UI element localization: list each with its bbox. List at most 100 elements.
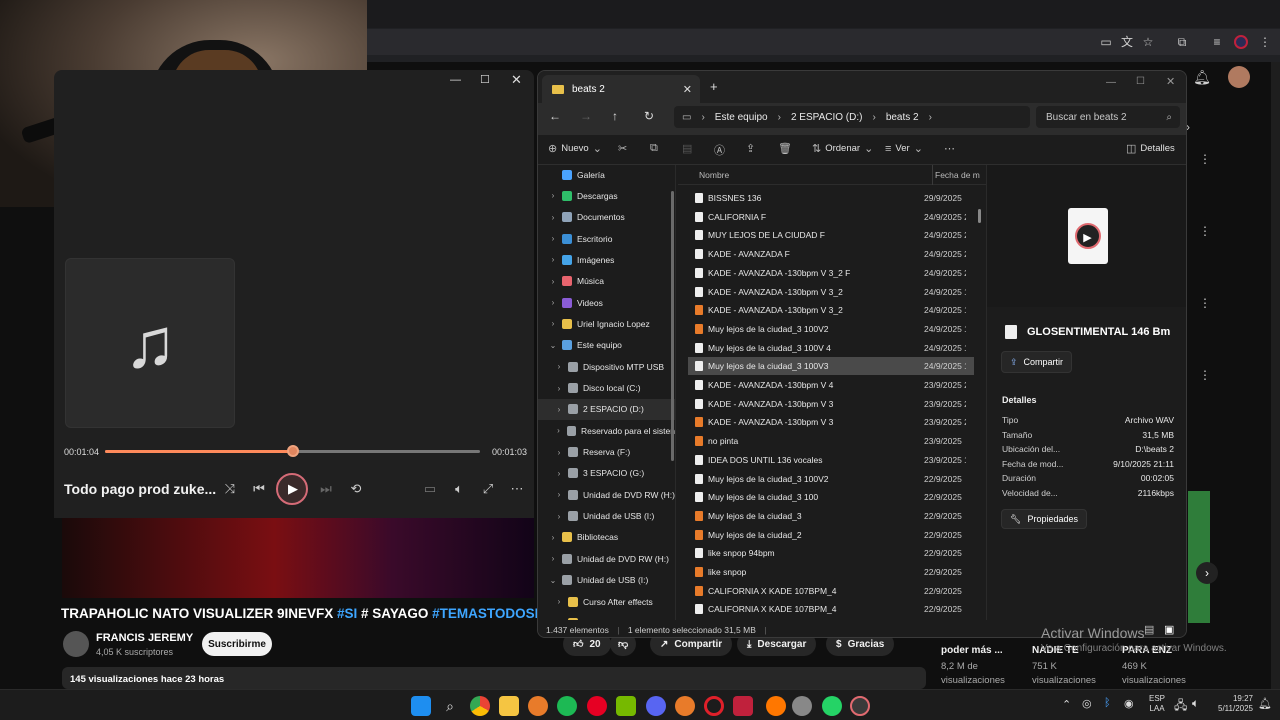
file-row[interactable]: Muy lejos de la ciudad_3 100V3 24/9/2025 …: [688, 357, 974, 376]
file-row[interactable]: KADE - AVANZADA -130bpm V 3_2 24/9/2025 1: [688, 301, 974, 319]
fullscreen-icon[interactable]: ⤢: [478, 479, 498, 499]
nav-item[interactable]: › Uriel Ignacio Lopez: [538, 313, 675, 334]
nav-item[interactable]: ›Curso Davinci Resolve -: [538, 612, 675, 620]
more-vert-icon[interactable]: ⋮: [1199, 368, 1211, 382]
share-button[interactable]: ⇪: [746, 142, 755, 155]
nav-item[interactable]: › Música: [538, 271, 675, 292]
shuffle-icon[interactable]: ⤨: [220, 479, 240, 499]
seek-handle[interactable]: [286, 445, 299, 457]
recommendation-thumbnail[interactable]: [1188, 491, 1210, 623]
nvidia-app-icon[interactable]: [616, 696, 636, 716]
column-header-name[interactable]: Nombre: [699, 170, 729, 180]
close-tab-icon[interactable]: ✕: [683, 83, 692, 96]
more-options-button[interactable]: ⋯: [944, 142, 955, 155]
subscribe-button[interactable]: Suscribirme: [202, 632, 272, 656]
file-row[interactable]: KADE - AVANZADA -130bpm V 4 23/9/2025 2: [688, 376, 974, 394]
tab-search-icon[interactable]: ≡: [1208, 33, 1226, 51]
nav-item[interactable]: ⌄ Este equipo: [538, 335, 675, 356]
volume-icon[interactable]: 🔈︎: [449, 479, 469, 499]
nav-expand-chevron-icon[interactable]: ›: [554, 469, 564, 478]
explorer-tab[interactable]: beats 2 ✕: [542, 75, 700, 103]
volume-icon[interactable]: 🔈︎: [1192, 696, 1199, 711]
nav-item[interactable]: › Descargas: [538, 185, 675, 206]
nav-expand-chevron-icon[interactable]: ›: [554, 384, 564, 393]
paste-button[interactable]: ▤: [682, 142, 692, 155]
file-row[interactable]: CALIFORNIA X KADE 107BPM_4 22/9/2025: [688, 582, 974, 600]
file-explorer-app-icon[interactable]: [499, 696, 519, 716]
nav-expand-chevron-icon[interactable]: ›: [554, 512, 564, 521]
close-button[interactable]: ✕: [511, 72, 522, 88]
more-vert-icon[interactable]: ⋮: [1199, 224, 1211, 238]
more-vert-icon[interactable]: ⋮: [1199, 152, 1211, 166]
file-row[interactable]: Muy lejos de la ciudad_3 100V2 22/9/2025: [688, 470, 974, 488]
breadcrumb-item[interactable]: Este equipo: [715, 112, 768, 123]
minimize-button[interactable]: —: [1106, 77, 1116, 88]
nav-expand-chevron-icon[interactable]: ›: [548, 277, 558, 286]
nav-expand-chevron-icon[interactable]: ›: [554, 426, 563, 435]
nav-expand-chevron-icon[interactable]: ›: [548, 255, 558, 264]
file-row[interactable]: KADE - AVANZADA F 24/9/2025 2: [688, 245, 974, 263]
tiles-view-icon[interactable]: ▣: [1164, 623, 1174, 636]
forward-arrow-icon[interactable]: →: [580, 109, 592, 123]
rename-button[interactable]: Ⓐ: [714, 142, 725, 158]
chevron-right-icon[interactable]: ›: [1196, 562, 1218, 584]
nav-item[interactable]: › Reserva (F:): [538, 442, 675, 463]
channel-name[interactable]: FRANCIS JEREMY: [96, 632, 193, 644]
opera-app-icon[interactable]: [704, 696, 724, 716]
new-button[interactable]: ⊕ Nuevo ⌄: [548, 142, 602, 155]
list-view-icon[interactable]: ▤: [1144, 623, 1154, 636]
nav-expand-chevron-icon[interactable]: ›: [548, 213, 558, 222]
search-input[interactable]: Buscar en beats 2 ⌕: [1036, 106, 1180, 128]
refresh-icon[interactable]: ↻: [644, 109, 654, 123]
breadcrumb-item[interactable]: 2 ESPACIO (D:): [791, 112, 863, 123]
details-pane-button[interactable]: ◫ Detalles: [1126, 142, 1175, 155]
nav-item[interactable]: › Unidad de USB (I:): [538, 506, 675, 527]
file-row[interactable]: Muy lejos de la ciudad_3 100 22/9/2025: [688, 488, 974, 506]
file-row[interactable]: MUY LEJOS DE LA CIUDAD F 24/9/2025 2: [688, 226, 974, 244]
file-row[interactable]: Muy lejos de la ciudad_2 22/9/2025: [688, 526, 974, 544]
chrome-menu-icon[interactable]: ⋮: [1256, 33, 1274, 51]
maximize-button[interactable]: ☐: [480, 73, 490, 86]
minimize-button[interactable]: —: [450, 74, 461, 86]
translate-icon[interactable]: 文: [1118, 33, 1136, 51]
fl-studio-app-icon[interactable]: [528, 696, 548, 716]
extensions-icon[interactable]: ⧉: [1173, 33, 1191, 51]
nav-item[interactable]: › Documentos: [538, 207, 675, 228]
sort-button[interactable]: ⇅ Ordenar ⌄: [812, 142, 873, 155]
language-indicator[interactable]: ESP LAA: [1149, 694, 1165, 714]
file-row[interactable]: IDEA DOS UNTIL 136 vocales 23/9/2025 1: [688, 451, 974, 469]
file-row[interactable]: KADE - AVANZADA -130bpm V 3 23/9/2025 2: [688, 413, 974, 431]
channel-avatar[interactable]: [63, 631, 89, 657]
file-row[interactable]: no pinta 23/9/2025: [688, 432, 974, 450]
back-arrow-icon[interactable]: ←: [549, 109, 561, 123]
column-header-date[interactable]: Fecha de m: [935, 170, 980, 180]
fl-studio-app-icon[interactable]: [675, 696, 695, 716]
repeat-off-icon[interactable]: ⟲: [346, 479, 366, 499]
up-arrow-icon[interactable]: ↑: [612, 109, 618, 123]
nav-item[interactable]: › Escritorio: [538, 228, 675, 249]
file-row[interactable]: like snpop 94bpm 22/9/2025: [688, 544, 974, 562]
nav-item[interactable]: › Dispositivo MTP USB: [538, 356, 675, 377]
next-track-icon[interactable]: ⏭: [316, 479, 336, 499]
play-button[interactable]: ▶: [276, 473, 308, 505]
mini-player-icon[interactable]: ▭: [420, 479, 440, 499]
nav-item[interactable]: Galería: [538, 165, 675, 185]
bookmark-star-icon[interactable]: ☆: [1139, 33, 1157, 51]
nav-expand-chevron-icon[interactable]: ›: [548, 319, 558, 328]
nav-expand-chevron-icon[interactable]: ›: [554, 362, 564, 371]
file-row[interactable]: CALIFORNIA X KADE 107BPM_4 22/9/2025: [688, 600, 974, 618]
chevron-up-icon[interactable]: ⌃: [1062, 698, 1071, 711]
address-bar[interactable]: ▭ › Este equipo › 2 ESPACIO (D:) › beats…: [674, 106, 1030, 128]
nav-item[interactable]: › Bibliotecas: [538, 527, 675, 548]
file-row[interactable]: Muy lejos de la ciudad_3 100V2 24/9/2025 …: [688, 320, 974, 338]
network-icon[interactable]: 🖧︎: [1174, 696, 1187, 717]
cut-button[interactable]: ✂: [618, 142, 627, 155]
file-row[interactable]: KADE - AVANZADA -130bpm V 3_2 24/9/2025 1: [688, 283, 974, 301]
start-windows-icon[interactable]: [411, 696, 431, 716]
tray-app-icon[interactable]: ◎: [1082, 697, 1092, 710]
nav-item[interactable]: › Curso After effects: [538, 591, 675, 612]
file-row[interactable]: Muy lejos de la ciudad_3 100V 4 24/9/2025…: [688, 339, 974, 357]
search-icon[interactable]: ⌕: [440, 696, 460, 716]
settings-gear-icon[interactable]: [792, 696, 812, 716]
nav-expand-chevron-icon[interactable]: ›: [548, 533, 558, 542]
